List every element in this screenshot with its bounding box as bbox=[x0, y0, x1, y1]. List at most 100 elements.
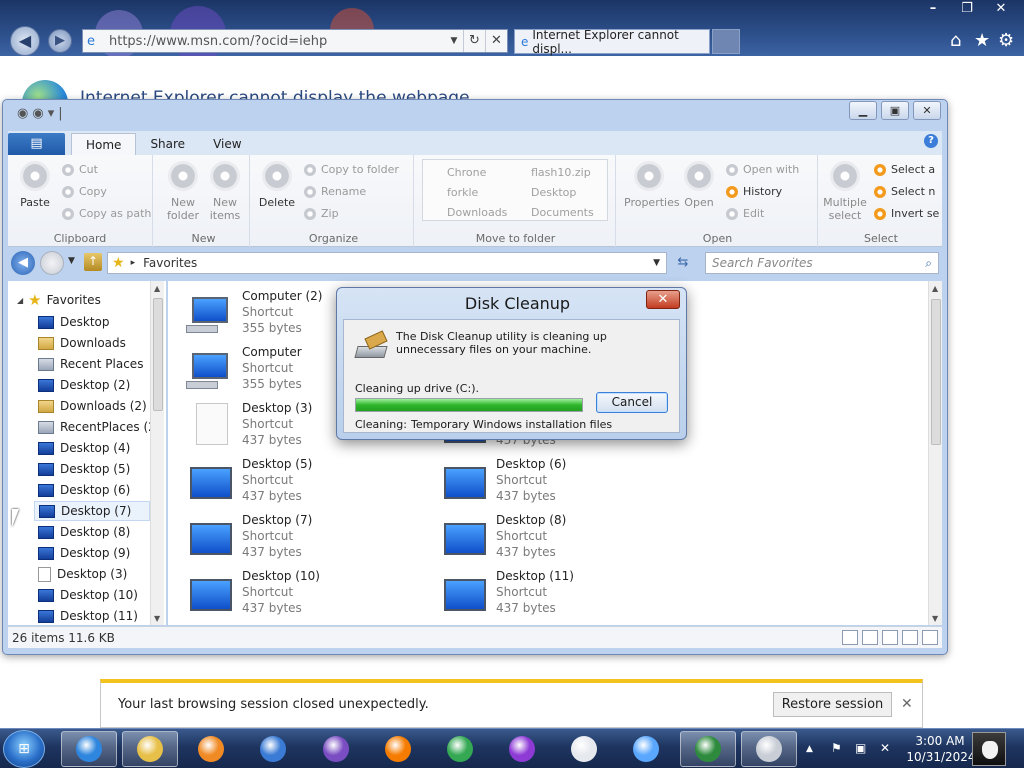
taskbar-app-button[interactable] bbox=[556, 731, 612, 767]
restore-session-button[interactable]: Restore session bbox=[773, 692, 892, 717]
sidebar-item[interactable]: Desktop (5) bbox=[38, 459, 130, 479]
scroll-down-icon[interactable]: ▼ bbox=[154, 614, 160, 623]
paste-button[interactable]: Paste bbox=[12, 161, 58, 209]
search-icon[interactable]: ⌕ bbox=[925, 256, 932, 271]
taskbar-app-button[interactable] bbox=[741, 731, 797, 767]
sidebar-item[interactable]: Recent Places bbox=[38, 354, 143, 374]
new-tab-button[interactable] bbox=[712, 29, 740, 54]
move-to-gallery[interactable]: Chrone forkle Downloads flash10.zip Desk… bbox=[422, 159, 608, 221]
sidebar-item[interactable]: Downloads bbox=[38, 333, 126, 353]
sidebar-item[interactable]: RecentPlaces (2) bbox=[38, 417, 160, 437]
refresh-icon[interactable]: ↻ bbox=[463, 30, 485, 52]
help-icon[interactable]: ? bbox=[924, 134, 938, 148]
file-item[interactable]: Desktop (10) Shortcut 437 bytes bbox=[168, 567, 408, 619]
delete-button[interactable]: Delete bbox=[254, 161, 300, 209]
gear-icon[interactable]: ⚙ bbox=[998, 30, 1014, 51]
move-item[interactable]: flash10.zip bbox=[531, 166, 591, 179]
multiple-select-button[interactable]: Multiple select bbox=[822, 161, 868, 222]
browser-tab[interactable]: e Internet Explorer cannot displ... bbox=[514, 28, 710, 56]
new-items-button[interactable]: New items bbox=[202, 161, 248, 222]
search-input[interactable]: Search Favorites ⌕ bbox=[705, 252, 939, 274]
select-all-button[interactable]: Select a bbox=[874, 163, 935, 176]
taskbar-app-button[interactable] bbox=[432, 731, 488, 767]
taskbar-app-button[interactable] bbox=[308, 731, 364, 767]
file-item[interactable]: Desktop (7) Shortcut 437 bytes bbox=[168, 511, 408, 563]
home-icon[interactable]: ⌂ bbox=[950, 30, 961, 51]
clock-time[interactable]: 3:00 AM bbox=[910, 734, 970, 748]
file-item[interactable]: Desktop (5) Shortcut 437 bytes bbox=[168, 455, 408, 507]
open-with-button[interactable]: Open with bbox=[726, 163, 799, 176]
start-button[interactable]: ⊞ bbox=[3, 730, 45, 768]
explorer-maximize-button[interactable]: ▣ bbox=[881, 101, 909, 120]
taskbar-app-button[interactable] bbox=[618, 731, 674, 767]
forward-arrow-icon[interactable] bbox=[40, 251, 64, 275]
favorites-header[interactable]: ◢ ★ Favorites bbox=[17, 291, 101, 309]
close-icon[interactable]: ✕ bbox=[901, 696, 913, 712]
sidebar-item[interactable]: Desktop (2) bbox=[38, 375, 130, 395]
back-arrow-icon[interactable]: ◀ bbox=[11, 251, 35, 275]
taskbar-app-button[interactable] bbox=[680, 731, 736, 767]
tab-home[interactable]: Home bbox=[71, 133, 137, 155]
tiles-view-icon[interactable] bbox=[922, 630, 938, 645]
tab-view[interactable]: View bbox=[199, 133, 255, 155]
maximize-button[interactable]: ❐ bbox=[950, 0, 984, 20]
copy-path-button[interactable]: Copy as path bbox=[62, 207, 151, 220]
nav-scroll-thumb[interactable] bbox=[153, 298, 163, 411]
dialog-close-button[interactable]: ✕ bbox=[646, 290, 680, 309]
taskbar-app-button[interactable] bbox=[61, 731, 117, 767]
content-scrollbar[interactable]: ▲ ▼ bbox=[928, 281, 942, 625]
url-text[interactable]: https://www.msn.com/?ocid=iehp bbox=[109, 34, 445, 49]
taskbar-app-button[interactable] bbox=[370, 731, 426, 767]
tab-share[interactable]: Share bbox=[136, 133, 199, 155]
qat-dropdown-icon[interactable]: ▾ bbox=[48, 106, 55, 121]
breadcrumb[interactable]: ★ ▸ Favorites ▼ bbox=[107, 252, 667, 274]
taskbar-app-button[interactable] bbox=[122, 731, 178, 767]
address-dropdown-icon[interactable]: ▼ bbox=[445, 36, 463, 46]
volume-muted-icon[interactable]: ✕ bbox=[880, 741, 890, 755]
move-item[interactable]: forkle bbox=[447, 186, 478, 199]
copy-to-folder-button[interactable]: Copy to folder bbox=[304, 163, 399, 176]
explorer-close-button[interactable]: ✕ bbox=[913, 101, 941, 120]
network-icon[interactable]: ▣ bbox=[855, 741, 866, 755]
user-avatar[interactable] bbox=[972, 732, 1006, 766]
favorites-star-icon[interactable]: ★ bbox=[974, 30, 990, 51]
breadcrumb-dropdown-icon[interactable]: ▼ bbox=[647, 258, 666, 268]
scroll-up-icon[interactable]: ▲ bbox=[154, 284, 160, 293]
list-view-icon[interactable] bbox=[842, 630, 858, 645]
sidebar-item[interactable]: Desktop (10) bbox=[38, 585, 138, 605]
file-item[interactable]: Desktop (8) Shortcut 437 bytes bbox=[422, 511, 662, 563]
new-folder-button[interactable]: New folder bbox=[160, 161, 206, 222]
stop-icon[interactable]: ✕ bbox=[485, 30, 507, 52]
copy-button[interactable]: Copy bbox=[62, 185, 107, 198]
tray-expand-icon[interactable]: ▲ bbox=[806, 744, 813, 754]
scroll-down-icon[interactable]: ▼ bbox=[932, 614, 938, 623]
select-none-button[interactable]: Select n bbox=[874, 185, 935, 198]
move-item[interactable]: Desktop bbox=[531, 186, 576, 199]
move-item[interactable]: Chrone bbox=[447, 166, 486, 179]
sidebar-item[interactable]: Downloads (2) bbox=[38, 396, 147, 416]
history-button[interactable]: History bbox=[726, 185, 782, 198]
refresh-icon[interactable]: ⇆ bbox=[671, 252, 695, 274]
rename-button[interactable]: Rename bbox=[304, 185, 366, 198]
sidebar-item[interactable]: Desktop (6) bbox=[38, 480, 130, 500]
sidebar-item[interactable]: Desktop (4) bbox=[38, 438, 130, 458]
thumbnail-view-icon[interactable] bbox=[862, 630, 878, 645]
sidebar-item[interactable]: Desktop (9) bbox=[38, 543, 130, 563]
sidebar-item[interactable]: Desktop bbox=[38, 312, 110, 332]
qat-folder-icon[interactable]: ◉ bbox=[32, 106, 43, 121]
nav-scrollbar[interactable]: ▲ ▼ bbox=[150, 281, 164, 625]
cancel-button[interactable]: Cancel bbox=[596, 392, 668, 413]
cut-button[interactable]: Cut bbox=[62, 163, 98, 176]
collapse-icon[interactable]: ◢ bbox=[17, 296, 23, 305]
details-pane-icon[interactable] bbox=[882, 630, 898, 645]
breadcrumb-arrow-icon[interactable]: ▸ bbox=[131, 258, 136, 268]
invert-selection-button[interactable]: Invert se bbox=[874, 207, 939, 220]
breadcrumb-favorites[interactable]: Favorites bbox=[143, 256, 197, 270]
browser-back-button[interactable]: ◀ bbox=[10, 26, 40, 56]
sidebar-item[interactable]: Desktop (8) bbox=[38, 522, 130, 542]
up-folder-icon[interactable]: ↑ bbox=[84, 253, 102, 271]
file-menu-button[interactable]: ▤ bbox=[8, 133, 65, 155]
taskbar-app-button[interactable] bbox=[494, 731, 550, 767]
browser-forward-button[interactable]: ▶ bbox=[48, 29, 72, 53]
file-item[interactable]: Desktop (6) Shortcut 437 bytes bbox=[422, 455, 662, 507]
